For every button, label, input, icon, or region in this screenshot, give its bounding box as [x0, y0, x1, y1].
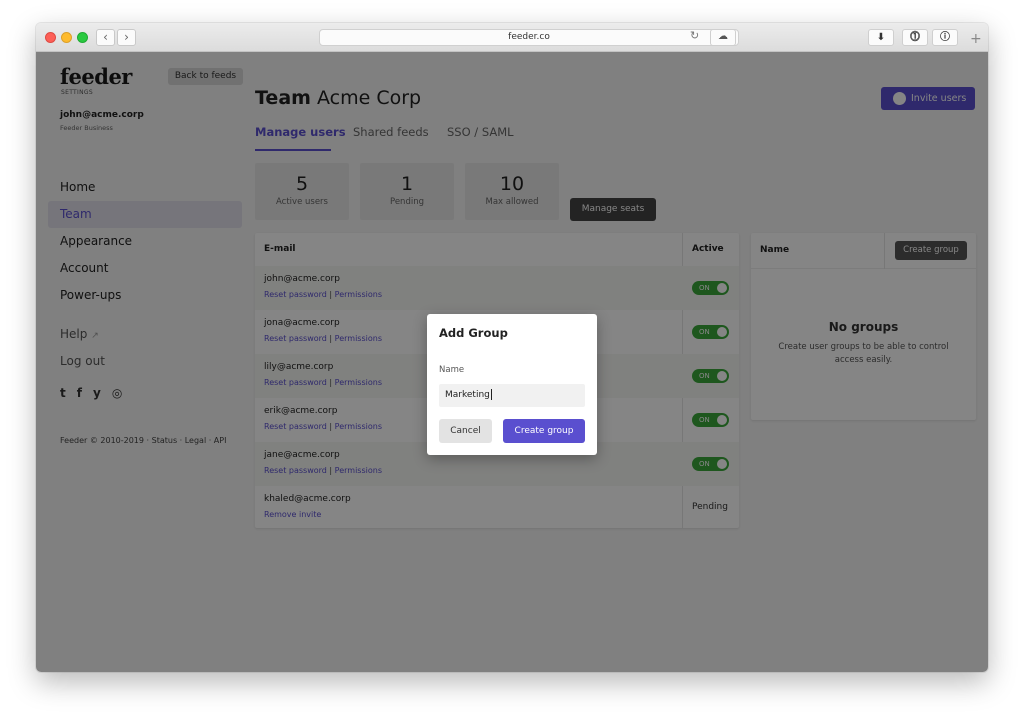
group-name-input[interactable]: Marketing [439, 384, 585, 407]
info-icon[interactable]: ⓘ [932, 29, 958, 46]
address-bar[interactable]: feeder.co [319, 29, 739, 46]
password-manager-icon[interactable]: ⓵ [902, 29, 928, 46]
back-arrow-icon[interactable]: ‹ [96, 29, 115, 46]
create-group-submit-button[interactable]: Create group [503, 419, 585, 443]
cloud-icon[interactable]: ☁ [710, 29, 736, 46]
group-name-value: Marketing [445, 390, 490, 400]
text-caret [490, 389, 492, 400]
reload-icon[interactable]: ↻ [690, 29, 699, 42]
close-window-button[interactable] [45, 32, 56, 43]
new-tab-icon[interactable]: + [970, 31, 982, 47]
page-content: feeder SETTINGS Back to feeds john@acme.… [36, 52, 988, 672]
dialog-title: Add Group [439, 326, 508, 340]
forward-arrow-icon[interactable]: › [117, 29, 136, 46]
cancel-button[interactable]: Cancel [439, 419, 492, 443]
maximize-window-button[interactable] [77, 32, 88, 43]
download-icon[interactable]: ⬇ [868, 29, 894, 46]
browser-titlebar: ‹ › feeder.co ↻ ☁ ⬇ ⓵ ⓘ + [36, 23, 988, 52]
minimize-window-button[interactable] [61, 32, 72, 43]
name-label: Name [439, 365, 465, 375]
browser-window: ‹ › feeder.co ↻ ☁ ⬇ ⓵ ⓘ + feeder SETTING… [36, 23, 988, 672]
add-group-dialog: Add Group Name Marketing Cancel Create g… [427, 314, 597, 455]
